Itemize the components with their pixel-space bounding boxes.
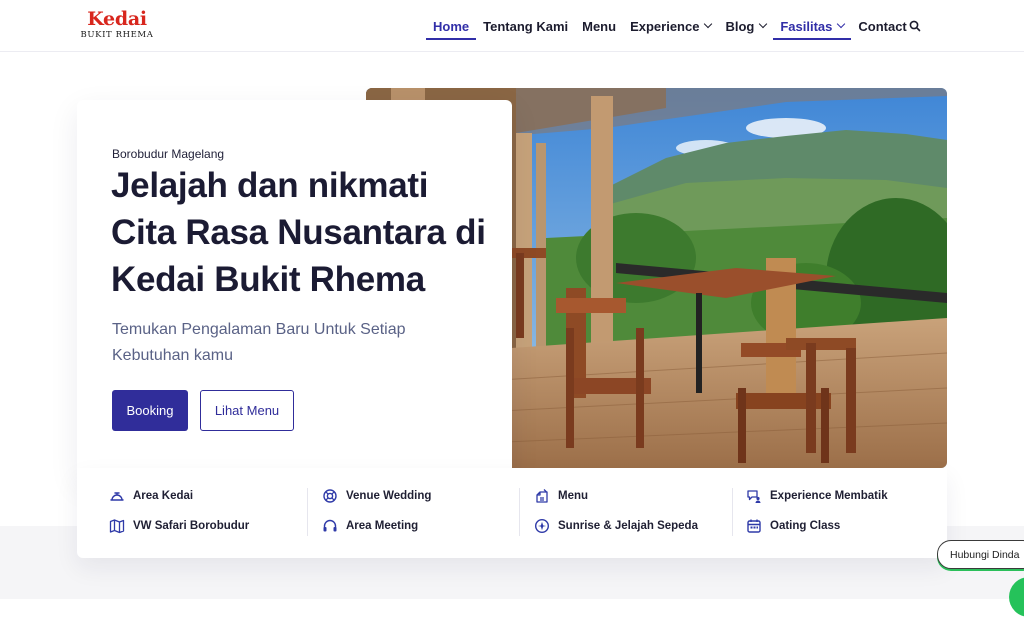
facility-sunrise-jelajah-sepeda[interactable]: Sunrise & Jelajah Sepeda <box>534 518 698 534</box>
facility-venue-wedding[interactable]: Venue Wedding <box>322 488 431 504</box>
headset-icon <box>323 519 337 532</box>
facilities-bar: Area Kedai VW Safari Borobudur Venue Wed… <box>77 468 947 558</box>
nav-item-menu[interactable]: Menu <box>575 0 623 52</box>
nav-item-label: Fasilitas <box>780 18 833 34</box>
cloche-icon <box>110 492 124 501</box>
facility-experience-membatik[interactable]: Experience Membatik <box>746 488 888 504</box>
facility-label: Area Meeting <box>346 520 419 532</box>
compass-icon <box>534 518 550 534</box>
brand-logo[interactable]: Kedai BUKIT RHEMA <box>77 8 157 41</box>
facility-label: Oating Class <box>770 520 841 532</box>
hero-tagline: Temukan Pengalaman Baru Untuk Setiap Keb… <box>112 321 406 364</box>
facility-oating-class[interactable]: Oating Class <box>746 518 888 534</box>
chat-user-icon <box>747 490 761 503</box>
nav-item-blog[interactable]: Blog <box>718 0 773 52</box>
divider <box>519 488 520 536</box>
facility-menu[interactable]: Menu <box>534 488 698 504</box>
hero-card: Borobudur Magelang Jelajah dan nikmati C… <box>77 100 512 478</box>
rings-icon <box>323 489 337 503</box>
facility-area-meeting[interactable]: Area Meeting <box>322 518 431 534</box>
site-header: Kedai BUKIT RHEMA Home Tentang Kami Menu… <box>0 0 1024 52</box>
nav-item-label: Contact <box>858 18 907 34</box>
facility-label: Venue Wedding <box>346 490 432 502</box>
nav-item-experience[interactable]: Experience <box>623 0 718 52</box>
divider <box>732 488 733 536</box>
nav-item-fasilitas[interactable]: Fasilitas <box>773 0 852 52</box>
facility-label: Area Kedai <box>133 490 194 502</box>
facility-vw-safari[interactable]: VW Safari Borobudur <box>109 518 249 534</box>
logo-main-text: Kedai <box>87 8 147 30</box>
facility-label: VW Safari Borobudur <box>133 520 250 532</box>
main-nav: Home Tentang Kami Menu Experience Blog F… <box>426 0 914 52</box>
facility-column: Venue Wedding Area Meeting <box>322 488 431 538</box>
logo-sub-text: BUKIT RHEMA <box>80 30 154 40</box>
facility-column: Menu Sunrise & Jelajah Sepeda <box>534 488 698 538</box>
lihat-menu-button[interactable]: Lihat Menu <box>200 390 294 431</box>
facility-label: Sunrise & Jelajah Sepeda <box>558 520 698 532</box>
chevron-down-icon <box>837 19 846 29</box>
nav-item-home[interactable]: Home <box>426 0 477 52</box>
chevron-down-icon <box>704 19 713 29</box>
search-icon[interactable] <box>908 19 922 33</box>
facility-column: Area Kedai VW Safari Borobudur <box>109 488 249 538</box>
hero-headline: Jelajah dan nikmati Cita Rasa Nusantara … <box>111 166 486 299</box>
map-icon <box>109 519 125 534</box>
nav-item-contact[interactable]: Contact <box>851 0 913 52</box>
nav-item-tentang-kami[interactable]: Tentang Kami <box>476 0 575 52</box>
nav-item-label: Menu <box>582 18 617 34</box>
nav-item-label: Tentang Kami <box>483 18 569 34</box>
nav-item-label: Home <box>433 18 470 34</box>
facility-label: Menu <box>558 490 589 502</box>
nav-item-label: Experience <box>630 18 700 34</box>
booking-button[interactable]: Booking <box>112 390 188 431</box>
nav-item-label: Blog <box>725 18 755 34</box>
divider <box>307 488 308 536</box>
hubungi-dinda-button[interactable]: Hubungi Dinda <box>937 540 1024 569</box>
facility-label: Experience Membatik <box>770 490 888 502</box>
hero-subtitle: Borobudur Magelang <box>112 147 225 161</box>
menu-book-icon <box>536 489 548 503</box>
calendar-icon <box>747 519 761 533</box>
facility-column: Experience Membatik Oating Class <box>746 488 888 538</box>
chevron-down-icon <box>759 19 768 29</box>
facility-area-kedai[interactable]: Area Kedai <box>109 488 249 504</box>
